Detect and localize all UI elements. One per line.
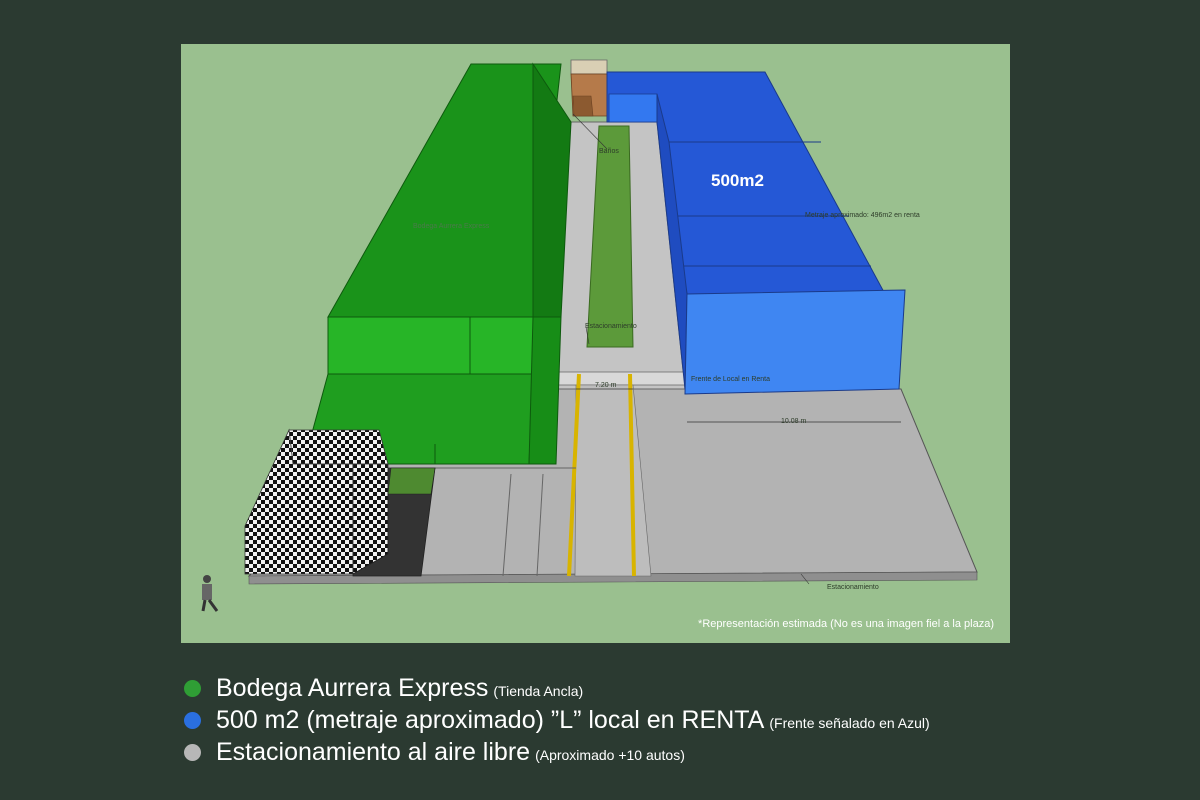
label-estacionamiento-bottom: Estacionamiento (827, 584, 879, 591)
label-metraje: Metraje aproximado: 496m2 en renta (805, 212, 920, 219)
bodega-side-lower (528, 316, 562, 465)
legend-note-local: (Frente señalado en Azul) (769, 715, 930, 731)
label-banos: Baños (599, 148, 619, 155)
label-bodega: Bodega Aurrera Express (413, 223, 490, 230)
person-figure-icon (201, 575, 219, 612)
legend-item-bodega: Bodega Aurrera Express (Tienda Ancla) (184, 674, 1184, 706)
legend-label-local: 500 m2 (metraje aproximado) ”L” local en… (216, 706, 765, 734)
site-render: Baños 500m2 Metraje aproximado: 496m2 en… (181, 44, 1010, 643)
legend: Bodega Aurrera Express (Tienda Ancla) 50… (184, 674, 1184, 770)
blue-dot-icon (184, 712, 201, 729)
legend-note-bodega: (Tienda Ancla) (493, 683, 584, 699)
banos-block-top (570, 59, 608, 75)
legend-note-estacionamiento: (Aproximado +10 autos) (535, 747, 685, 763)
legend-label-estacionamiento: Estacionamiento al aire libre (216, 738, 531, 766)
disclaimer-note: *Representación estimada (No es una imag… (698, 618, 994, 630)
label-estacionamiento-top: Estacionamiento (585, 323, 637, 330)
label-area: 500m2 (711, 171, 764, 190)
legend-item-local: 500 m2 (metraje aproximado) ”L” local en… (184, 706, 1184, 738)
kiosk-roof (288, 429, 389, 465)
bodega-roof (327, 63, 562, 318)
label-width-720: 7.20 m (595, 382, 617, 389)
bodega-top-face (327, 316, 534, 375)
label-frente: Frente de Local en Renta (691, 376, 770, 383)
label-width-1008: 10.08 m (781, 418, 806, 425)
planter-grass (387, 467, 436, 495)
gray-dot-icon (184, 744, 201, 761)
banos-block-door (572, 95, 594, 117)
green-dot-icon (184, 680, 201, 697)
legend-item-estacionamiento: Estacionamiento al aire libre (Aproximad… (184, 738, 1184, 770)
site-render-drawing: Baños 500m2 Metraje aproximado: 496m2 en… (201, 59, 978, 612)
legend-label-bodega: Bodega Aurrera Express (216, 674, 489, 702)
local-annex (608, 93, 658, 123)
